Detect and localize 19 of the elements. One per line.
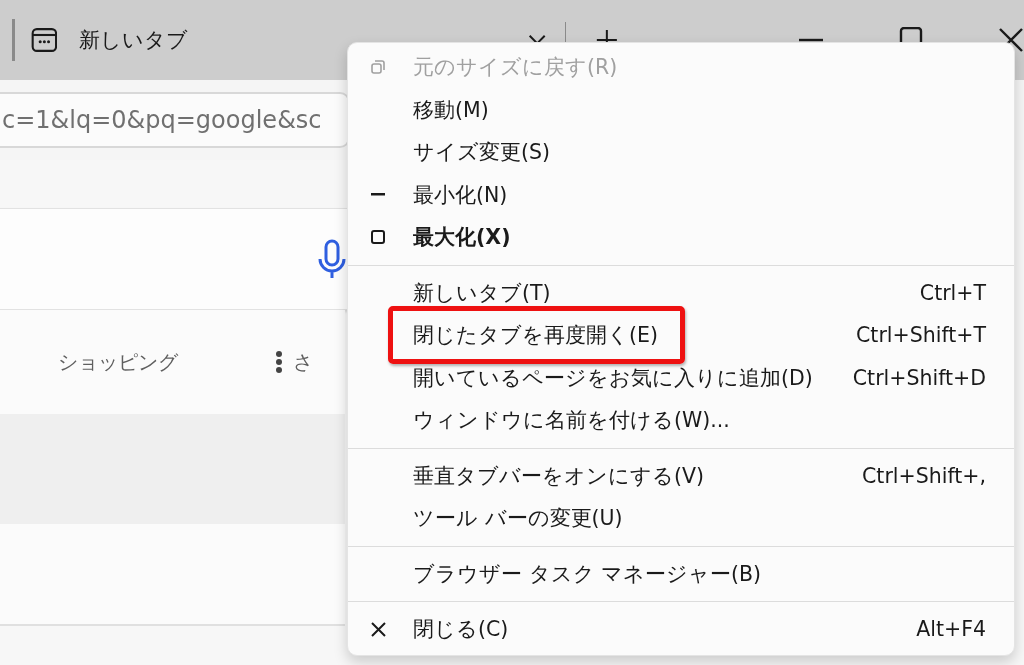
restore-icon [371, 60, 385, 75]
more-vertical-icon[interactable] [275, 350, 283, 374]
menu-item[interactable]: ウィンドウに名前を付ける(W)... [348, 399, 1014, 442]
menu-item[interactable]: 閉じる(C) Alt+F4 [348, 608, 1014, 651]
address-field[interactable]: c=1&lq=0&pq=google&sc [0, 92, 350, 148]
minimize-icon [371, 193, 385, 197]
nav-tab[interactable]: ショッピング [58, 348, 178, 376]
tab-title[interactable]: 新しいタブ [79, 26, 189, 54]
menu-item[interactable]: ブラウザー タスク マネージャー(B) [348, 552, 1014, 595]
maximize-icon [371, 230, 385, 245]
microphone-icon[interactable] [317, 239, 347, 279]
menu-item[interactable]: 垂直タブバーをオンにする(V) Ctrl+Shift+, [348, 454, 1014, 497]
menu-item[interactable]: ツール バーの変更(U) [348, 497, 1014, 540]
menu-item[interactable]: 移動(M) [348, 88, 1014, 131]
nav-tab[interactable]: さ [293, 348, 313, 376]
menu-item[interactable]: サイズ変更(S) [348, 131, 1014, 174]
close-icon [370, 621, 386, 637]
menu-item[interactable]: 最大化(X) [348, 216, 1014, 259]
menu-item[interactable]: 最小化(N) [348, 173, 1014, 216]
